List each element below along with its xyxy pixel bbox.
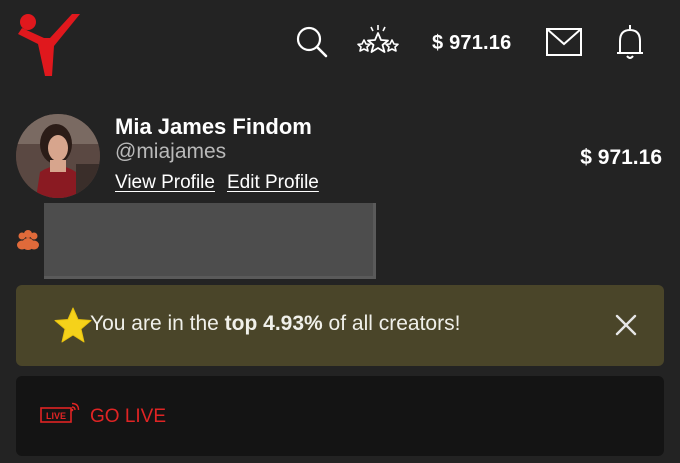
profile-name: Mia James Findom: [115, 114, 312, 139]
stars-icon[interactable]: [354, 22, 402, 62]
view-profile-link[interactable]: View Profile: [115, 172, 215, 194]
edit-profile-link[interactable]: Edit Profile: [227, 172, 319, 194]
page: $ 971.16 Mia James Findom @miajames View…: [0, 0, 680, 463]
profile-balance[interactable]: $ 971.16: [580, 146, 662, 170]
live-badge: LIVE: [46, 411, 66, 421]
header-balance[interactable]: $ 971.16: [432, 32, 511, 55]
profile-links: View Profile Edit Profile: [115, 172, 319, 194]
brand-y-logo[interactable]: [14, 10, 82, 78]
live-icon: LIVE: [40, 402, 80, 423]
search-icon[interactable]: [292, 22, 332, 62]
go-live-label: GO LIVE: [90, 406, 167, 427]
rank-percentage: top 4.93%: [224, 312, 323, 335]
bell-icon[interactable]: [610, 22, 650, 62]
redacted-block: [44, 203, 376, 279]
group-icon: [17, 230, 39, 250]
rank-banner: You are in the top 4.93% of all creators…: [16, 285, 664, 366]
close-icon[interactable]: [614, 313, 638, 337]
go-live-button[interactable]: LIVE GO LIVE: [16, 376, 664, 456]
mail-icon[interactable]: [544, 22, 584, 62]
rank-banner-text: You are in the top 4.93% of all creators…: [90, 312, 461, 335]
star-icon: [54, 307, 92, 343]
avatar[interactable]: [16, 114, 100, 198]
profile-handle: @miajames: [115, 140, 227, 163]
